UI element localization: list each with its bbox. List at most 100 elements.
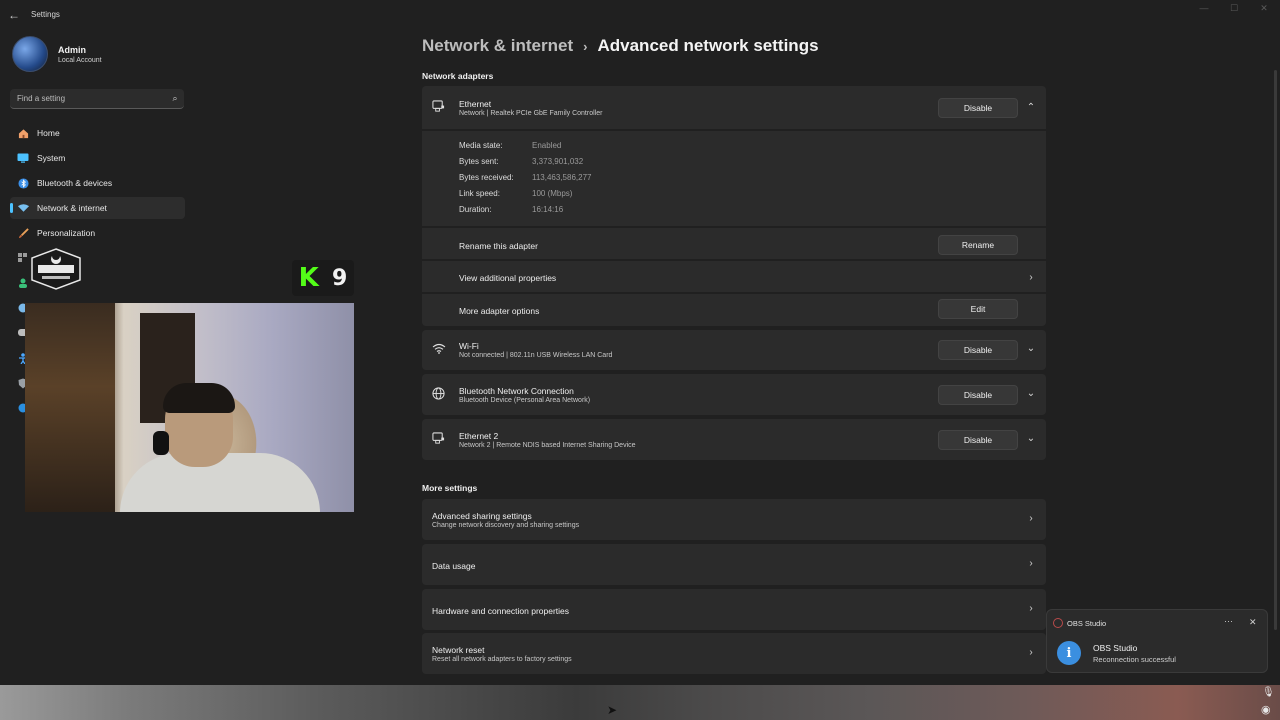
view-properties-label: View additional properties: [459, 273, 557, 283]
sidebar-item-label: Home: [37, 128, 60, 138]
chevron-right-icon: ›: [1029, 272, 1033, 283]
property-key: Link speed:: [459, 189, 500, 198]
mouse-cursor-icon: ➤: [607, 703, 618, 717]
sidebar-item-home[interactable]: Home: [10, 122, 185, 144]
divider: [422, 129, 1046, 131]
sidebar-item-system[interactable]: System: [10, 147, 185, 169]
sidebar-item-label: Personalization: [37, 228, 96, 238]
setting-subtitle: Reset all network adapters to factory se…: [432, 656, 572, 663]
back-arrow-icon[interactable]: ←: [8, 8, 20, 22]
chevron-right-icon: ›: [1029, 647, 1033, 658]
streamer-logo-icon: [31, 248, 81, 290]
obs-notification-toast[interactable]: OBS Studio ··· ✕ i OBS Studio Reconnecti…: [1046, 609, 1268, 673]
title-bar: ← Settings — ☐ ✕: [0, 0, 1280, 30]
ethernet-adapter-card: Ethernet Network | Realtek PCIe GbE Fami…: [422, 86, 1046, 326]
webcam-feed: [25, 303, 354, 512]
toast-app-name: OBS Studio: [1067, 619, 1107, 628]
webcam-person: [163, 383, 235, 413]
user-profile[interactable]: Admin Local Account: [12, 36, 102, 72]
disable-ethernet-button[interactable]: Disable: [938, 98, 1018, 118]
setting-title: Hardware and connection properties: [432, 606, 570, 616]
brush-icon: [16, 227, 30, 239]
scrollbar[interactable]: [1274, 70, 1277, 630]
wifi-icon: [432, 343, 446, 357]
microphone-icon[interactable]: 🎙: [1262, 687, 1275, 698]
property-key: Duration:: [459, 205, 492, 214]
hardware-connection-properties-row[interactable]: Hardware and connection properties ›: [422, 589, 1046, 630]
maximize-icon[interactable]: ☐: [1228, 3, 1240, 14]
setting-title: Data usage: [432, 561, 476, 571]
headphones-icon: [153, 431, 169, 455]
view-additional-properties-row[interactable]: View additional properties ›: [422, 261, 1046, 291]
ethernet2-adapter-card: Ethernet 2 Network 2 | Remote NDIS based…: [422, 419, 1046, 460]
disable-bluetooth-network-button[interactable]: Disable: [938, 385, 1018, 405]
adapter-name: Bluetooth Network Connection: [459, 386, 574, 396]
property-value: 16:14:16: [532, 205, 564, 214]
avatar: [12, 36, 48, 72]
divider: [422, 292, 1046, 294]
obs-logo-icon: [1053, 618, 1063, 628]
rename-adapter-label: Rename this adapter: [459, 241, 538, 251]
setting-title: Advanced sharing settings: [432, 511, 532, 521]
property-key: Bytes sent:: [459, 157, 499, 166]
window-title: Settings: [31, 10, 60, 19]
sidebar-item-personalization[interactable]: Personalization: [10, 222, 185, 244]
taskbar: 🎙 ◉: [0, 685, 1280, 720]
adapter-name: Ethernet 2: [459, 431, 499, 441]
property-key: Bytes received:: [459, 173, 514, 182]
chevron-right-icon: ›: [1029, 513, 1033, 524]
webcam-background: [25, 303, 115, 512]
sidebar-item-bluetooth[interactable]: Bluetooth & devices: [10, 172, 185, 194]
profile-name: Admin: [58, 44, 86, 55]
property-value: Enabled: [532, 141, 562, 150]
more-adapter-options-label: More adapter options: [459, 306, 540, 316]
chevron-down-icon[interactable]: ⌄: [1024, 388, 1038, 399]
adapter-description: Bluetooth Device (Personal Area Network): [459, 397, 591, 404]
kick-logo-icon: K: [298, 263, 319, 293]
ethernet-icon: [432, 432, 445, 448]
kick-viewer-badge: K 9: [292, 260, 354, 296]
webcam-person: [120, 453, 320, 512]
breadcrumb: Network & internet › Advanced network sett…: [422, 36, 819, 56]
search-box: ⌕: [10, 89, 184, 109]
disable-ethernet2-button[interactable]: Disable: [938, 430, 1018, 450]
close-icon[interactable]: ✕: [1258, 3, 1270, 14]
more-options-icon[interactable]: ···: [1224, 616, 1233, 626]
info-icon: i: [1057, 641, 1081, 665]
globe-icon: [432, 387, 445, 403]
property-value: 3,373,901,032: [532, 157, 584, 166]
data-usage-row[interactable]: Data usage ›: [422, 544, 1046, 585]
adapter-name: Ethernet: [459, 99, 492, 109]
camera-indicator-icon[interactable]: ◉: [1261, 703, 1271, 716]
disable-wifi-button[interactable]: Disable: [938, 340, 1018, 360]
window-controls: — ☐ ✕: [1198, 3, 1270, 14]
ethernet-icon: [432, 100, 445, 116]
adapter-description: Not connected | 802.11n USB Wireless LAN…: [459, 352, 613, 359]
monitor-icon: [16, 152, 30, 164]
divider: [422, 226, 1046, 228]
viewer-count: 9: [332, 265, 348, 291]
chevron-down-icon[interactable]: ⌄: [1024, 433, 1038, 444]
adapter-description: Network | Realtek PCIe GbE Family Contro…: [459, 110, 603, 117]
chevron-down-icon[interactable]: ⌄: [1024, 343, 1038, 354]
search-input[interactable]: [10, 93, 166, 104]
network-reset-row[interactable]: Network reset Reset all network adapters…: [422, 633, 1046, 674]
close-icon[interactable]: ✕: [1249, 617, 1257, 628]
chevron-right-icon: ›: [1029, 558, 1033, 569]
sidebar-item-network[interactable]: Network & internet: [10, 197, 185, 219]
section-title-more-settings: More settings: [422, 483, 478, 493]
property-value: 113,463,586,277: [532, 173, 592, 182]
adapter-name: Wi-Fi: [459, 341, 479, 351]
page-title: Advanced network settings: [597, 36, 819, 55]
breadcrumb-parent[interactable]: Network & internet: [422, 36, 573, 55]
property-value: 100 (Mbps): [532, 189, 573, 198]
advanced-sharing-settings-row[interactable]: Advanced sharing settings Change network…: [422, 499, 1046, 540]
wifi-adapter-card: Wi-Fi Not connected | 802.11n USB Wirele…: [422, 330, 1046, 370]
chevron-right-icon: ›: [583, 39, 588, 54]
rename-button[interactable]: Rename: [938, 235, 1018, 255]
chevron-up-icon[interactable]: ⌃: [1024, 102, 1038, 113]
bluetooth-icon: [16, 177, 30, 189]
minimize-icon[interactable]: —: [1198, 3, 1210, 14]
search-icon[interactable]: ⌕: [166, 93, 184, 104]
edit-button[interactable]: Edit: [938, 299, 1018, 319]
